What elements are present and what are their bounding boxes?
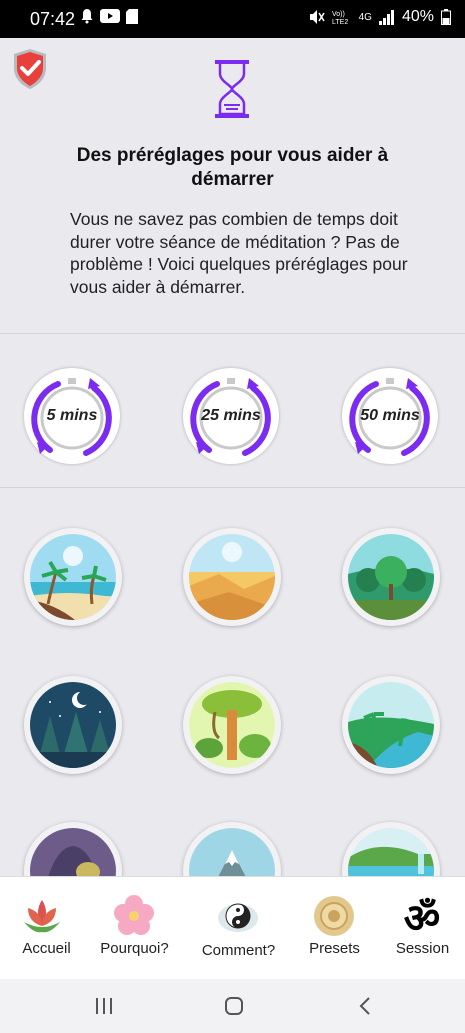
hourglass-icon <box>215 60 249 118</box>
tab-presets[interactable]: Presets <box>288 877 381 980</box>
network-label: 4G <box>358 11 372 23</box>
battery-percent: 40% <box>401 8 434 25</box>
home-icon[interactable] <box>224 996 244 1016</box>
tab-comment[interactable]: Comment? <box>192 877 285 980</box>
notification-bell-icon <box>81 9 93 24</box>
status-time: 07:42 <box>30 9 76 29</box>
page-title: Des préréglages pour vous aider à démarr… <box>76 145 389 190</box>
tab-label: Pourquoi? <box>100 940 169 957</box>
scene-desert-dunes[interactable] <box>183 528 281 626</box>
tab-pourquoi[interactable]: Pourquoi? <box>88 877 181 980</box>
volte-icon: Vo))LTE2 <box>332 11 348 25</box>
back-icon[interactable] <box>358 996 372 1016</box>
yin-yang-icon <box>218 903 258 932</box>
svg-text:ॐ: ॐ <box>404 896 440 938</box>
bottom-tab-bar: Accueil Pourquoi? Comment? Presets ॐ Ses… <box>0 876 465 980</box>
scene-night-forest[interactable] <box>24 676 122 774</box>
sun-mandala-icon <box>314 896 354 936</box>
scene-tropical-river[interactable] <box>342 676 440 774</box>
youtube-icon <box>100 9 120 23</box>
scene-beach-palms[interactable] <box>24 528 122 626</box>
preset-label: 5 mins <box>46 407 98 424</box>
tab-label: Session <box>395 940 450 957</box>
lotus-icon <box>24 900 60 933</box>
preset-50-mins[interactable]: 50 mins <box>342 368 438 464</box>
shield-check-icon[interactable] <box>12 48 48 90</box>
status-bar: 07:42 Vo)) LTE2 4G 40% <box>0 0 465 38</box>
divider <box>0 487 465 488</box>
tab-session[interactable]: ॐ Session <box>376 877 465 980</box>
recent-apps-icon[interactable] <box>94 997 114 1015</box>
tab-label: Accueil <box>22 940 71 957</box>
divider <box>0 333 465 334</box>
battery-icon <box>441 9 451 25</box>
svg-text:Vo)): Vo)) <box>332 11 345 18</box>
mute-icon <box>309 10 325 24</box>
system-nav-bar <box>0 979 465 1033</box>
sd-card-icon <box>126 8 138 24</box>
preset-25-mins[interactable]: 25 mins <box>183 368 279 464</box>
svg-text:LTE2: LTE2 <box>332 19 348 25</box>
tab-accueil[interactable]: Accueil <box>0 877 93 980</box>
preset-5-mins[interactable]: 5 mins <box>24 368 120 464</box>
om-icon: ॐ <box>404 896 440 938</box>
intro-text: Vous ne savez pas combien de temps doit … <box>70 209 408 297</box>
flower-icon <box>114 895 154 935</box>
preset-label: 50 mins <box>360 407 420 424</box>
tab-label: Comment? <box>201 942 276 959</box>
tab-label: Presets <box>309 940 360 957</box>
scene-forest[interactable] <box>342 528 440 626</box>
preset-label: 25 mins <box>201 407 261 424</box>
scene-jungle-tree[interactable] <box>183 676 281 774</box>
signal-icon <box>378 9 394 25</box>
